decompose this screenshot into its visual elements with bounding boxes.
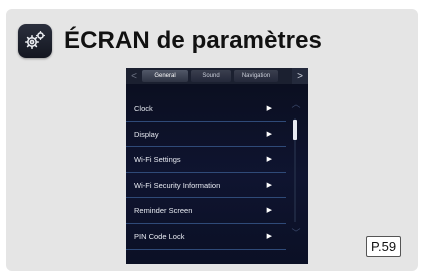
tab-back-button[interactable]: < (126, 68, 142, 84)
page-title: ÉCRAN de paramètres (64, 27, 322, 54)
chevron-right-icon: ▶ (266, 156, 272, 164)
menu-item-reminder-screen[interactable]: Reminder Screen ▶ (126, 198, 286, 224)
menu-item-label: Reminder Screen (134, 206, 193, 216)
scrollbar-thumb[interactable] (293, 120, 297, 140)
menu-item-label: PIN Code Lock (134, 231, 185, 241)
scroll-up-icon[interactable]: ︿ (289, 99, 303, 109)
page-reference-badge: P.59 (366, 236, 402, 257)
menu-item-wifi-settings[interactable]: Wi-Fi Settings ▶ (126, 147, 286, 173)
settings-menu: Clock ▶ Display ▶ Wi-Fi Settings ▶ Wi-Fi… (126, 96, 286, 250)
tab-next-button[interactable]: > (292, 68, 308, 84)
menu-item-clock[interactable]: Clock ▶ (126, 96, 286, 122)
gear-icon (18, 24, 52, 58)
chevron-right-icon: ▶ (266, 232, 272, 240)
menu-item-label: Wi-Fi Security Information (134, 180, 221, 190)
menu-item-pin-code-lock[interactable]: PIN Code Lock ▶ (126, 224, 286, 250)
chevron-right-icon: ▶ (266, 130, 272, 138)
menu-item-display[interactable]: Display ▶ (126, 122, 286, 148)
menu-item-wifi-security[interactable]: Wi-Fi Security Information ▶ (126, 173, 286, 199)
chevron-right-icon: ▶ (266, 181, 272, 189)
tab-navigation[interactable]: Navigation (234, 70, 278, 82)
menu-item-label: Wi-Fi Settings (134, 155, 181, 165)
section-header: ÉCRAN de paramètres (18, 22, 322, 60)
chevron-right-icon: ▶ (266, 105, 272, 112)
tab-sound[interactable]: Sound (191, 70, 231, 82)
chevron-right-icon: ▶ (266, 207, 272, 215)
tab-bar: < General Sound Navigation > (126, 68, 308, 84)
settings-screen: < General Sound Navigation > Clock ▶ Dis… (126, 68, 308, 264)
scroll-down-icon[interactable]: ﹀ (289, 228, 303, 238)
tab-general[interactable]: General (142, 70, 188, 82)
menu-item-label: Clock (134, 104, 153, 113)
menu-item-label: Display (134, 129, 159, 139)
